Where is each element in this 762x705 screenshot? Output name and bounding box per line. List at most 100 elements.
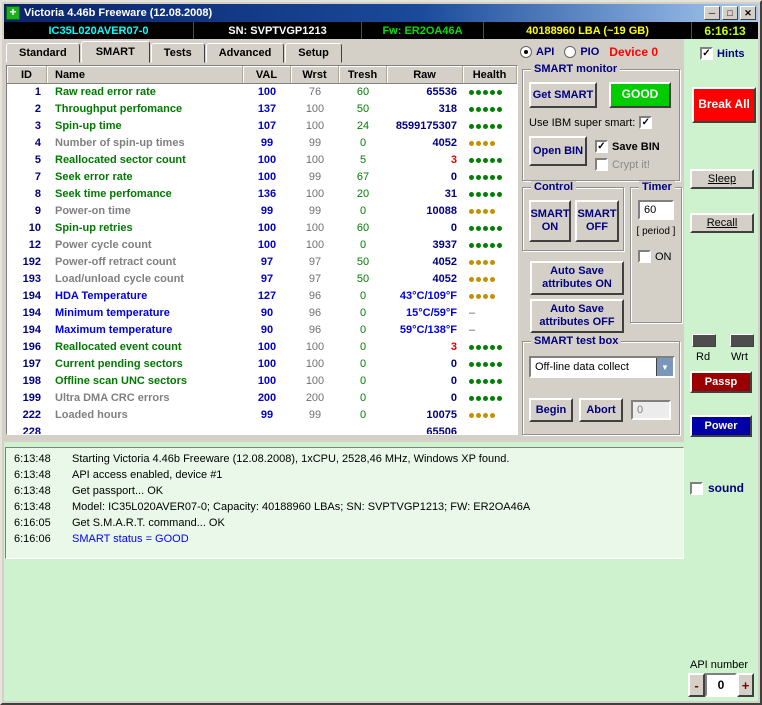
passport-button[interactable]: Passp (690, 371, 752, 393)
health-dot-icon (469, 277, 474, 282)
table-row[interactable]: 194HDA Temperature12796043°C/109°F (7, 288, 517, 305)
break-all-button[interactable]: Break All (692, 87, 756, 123)
column-header-raw[interactable]: Raw (387, 66, 463, 83)
open-bin-button[interactable]: Open BIN (529, 136, 587, 166)
recall-button[interactable]: Recall (690, 213, 754, 233)
cell-wrst: 100 (291, 186, 339, 203)
tab-smart[interactable]: SMART (81, 41, 150, 63)
cell-nm: Reallocated event count (47, 339, 243, 356)
tab-standard[interactable]: Standard (6, 43, 80, 63)
health-dot-icon (469, 141, 474, 146)
cell-wrst: 97 (291, 254, 339, 271)
api-radio[interactable]: API (520, 46, 554, 58)
maximize-icon[interactable]: □ (722, 6, 738, 20)
column-header-tresh[interactable]: Tresh (339, 66, 387, 83)
table-row[interactable]: 1Raw read error rate100766065536 (7, 84, 517, 101)
health-dot-icon (469, 243, 474, 248)
minimize-icon[interactable]: ─ (704, 6, 720, 20)
sound-checkbox[interactable]: sound (690, 481, 744, 495)
table-row[interactable]: 7Seek error rate10099670 (7, 169, 517, 186)
column-header-name[interactable]: Name (47, 66, 243, 83)
cell-val: 100 (243, 339, 291, 356)
smart-table: IDNameVALWrstTreshRawHealth 1Raw read er… (6, 65, 518, 435)
column-header-val[interactable]: VAL (243, 66, 291, 83)
cell-val: 127 (243, 288, 291, 305)
abort-button[interactable]: Abort (579, 398, 623, 422)
cell-wrst: 100 (291, 152, 339, 169)
health-dot-icon (476, 277, 481, 282)
save-bin-checkbox[interactable]: ✓ Save BIN (595, 140, 660, 153)
tab-label: SMART (96, 46, 135, 58)
app-icon: + (6, 6, 20, 20)
table-row[interactable]: 22865506 (7, 424, 517, 434)
health-dot-icon (469, 192, 474, 197)
cell-nm: Offline scan UNC sectors (47, 373, 243, 390)
table-row[interactable]: 12Power cycle count10010003937 (7, 237, 517, 254)
cell-id: 10 (7, 220, 47, 237)
ibm-super-smart-checkbox[interactable]: Use IBM super smart: ✓ (529, 116, 652, 129)
table-row[interactable]: 193Load/unload cycle count9797504052 (7, 271, 517, 288)
table-row[interactable]: 9Power-on time9999010088 (7, 203, 517, 220)
tab-tests[interactable]: Tests (151, 43, 205, 63)
smart-on-button[interactable]: SMART ON (529, 200, 571, 242)
window-title: Victoria 4.46b Freeware (12.08.2008) (24, 7, 704, 19)
crypt-checkbox[interactable]: Crypt it! (595, 158, 650, 171)
table-row[interactable]: 8Seek time perfomance1361002031 (7, 186, 517, 203)
table-row[interactable]: 222Loaded hours9999010075 (7, 407, 517, 424)
health-dot-icon (483, 192, 488, 197)
pio-radio[interactable]: PIO (564, 46, 599, 58)
table-row[interactable]: 10Spin-up retries100100600 (7, 220, 517, 237)
table-row[interactable]: 194Maximum temperature9096059°C/138°F– (7, 322, 517, 339)
health-dot-icon (490, 107, 495, 112)
cell-tresh: 0 (339, 390, 387, 407)
autosave-attributes-off-button[interactable]: Auto Save attributes OFF (530, 299, 624, 333)
table-row[interactable]: 4Number of spin-up times999904052 (7, 135, 517, 152)
column-header-wrst[interactable]: Wrst (291, 66, 339, 83)
cell-val: 100 (243, 152, 291, 169)
cell-id: 199 (7, 390, 47, 407)
health-dot-icon (476, 158, 481, 163)
close-icon[interactable]: ✕ (740, 6, 756, 20)
title-bar: + Victoria 4.46b Freeware (12.08.2008) ─… (4, 4, 758, 22)
cell-nm: Reallocated sector count (47, 152, 243, 169)
api-number-decrease-button[interactable]: - (688, 673, 705, 697)
autosave-attributes-on-button[interactable]: Auto Save attributes ON (530, 261, 624, 295)
table-row[interactable]: 196Reallocated event count10010003 (7, 339, 517, 356)
smart-status-button[interactable]: GOOD (609, 82, 671, 108)
cell-val: 97 (243, 271, 291, 288)
table-row[interactable]: 192Power-off retract count9797504052 (7, 254, 517, 271)
log-area[interactable]: 6:13:48Starting Victoria 4.46b Freeware … (5, 447, 684, 559)
checkbox-unchecked-icon (595, 158, 608, 171)
smart-monitor-group: SMART monitor Get SMART GOOD Use IBM sup… (522, 69, 680, 181)
chevron-down-icon[interactable]: ▼ (656, 358, 673, 376)
cell-health (463, 84, 517, 101)
table-row[interactable]: 2Throughput perfomance13710050318 (7, 101, 517, 118)
health-dot-icon (476, 226, 481, 231)
cell-wrst: 99 (291, 135, 339, 152)
cell-raw: 4052 (387, 254, 463, 271)
column-header-id[interactable]: ID (7, 66, 47, 83)
table-row[interactable]: 5Reallocated sector count10010053 (7, 152, 517, 169)
table-row[interactable]: 194Minimum temperature9096015°C/59°F– (7, 305, 517, 322)
api-number-increase-button[interactable]: + (737, 673, 754, 697)
get-smart-button[interactable]: Get SMART (529, 82, 597, 108)
column-header-health[interactable]: Health (463, 66, 517, 83)
timer-group: Timer [ period ] ON (630, 187, 682, 323)
begin-button[interactable]: Begin (529, 398, 573, 422)
timer-on-checkbox[interactable]: ON (638, 250, 672, 263)
tab-advanced[interactable]: Advanced (206, 43, 285, 63)
table-row[interactable]: 198Offline scan UNC sectors10010000 (7, 373, 517, 390)
health-dot-icon (483, 362, 488, 367)
sleep-button[interactable]: Sleep (690, 169, 754, 189)
timer-period-input[interactable] (638, 200, 674, 220)
smart-test-select[interactable]: Off-line data collect ▼ (529, 356, 675, 378)
smart-off-button[interactable]: SMART OFF (575, 200, 619, 242)
table-row[interactable]: 197Current pending sectors10010000 (7, 356, 517, 373)
power-button[interactable]: Power (690, 415, 752, 437)
hints-checkbox[interactable]: ✓ Hints (700, 47, 745, 60)
table-row[interactable]: 199Ultra DMA CRC errors20020000 (7, 390, 517, 407)
tab-setup[interactable]: Setup (285, 43, 342, 63)
table-row[interactable]: 3Spin-up time107100248599175307 (7, 118, 517, 135)
health-dot-icon (483, 260, 488, 265)
cell-tresh: 0 (339, 237, 387, 254)
